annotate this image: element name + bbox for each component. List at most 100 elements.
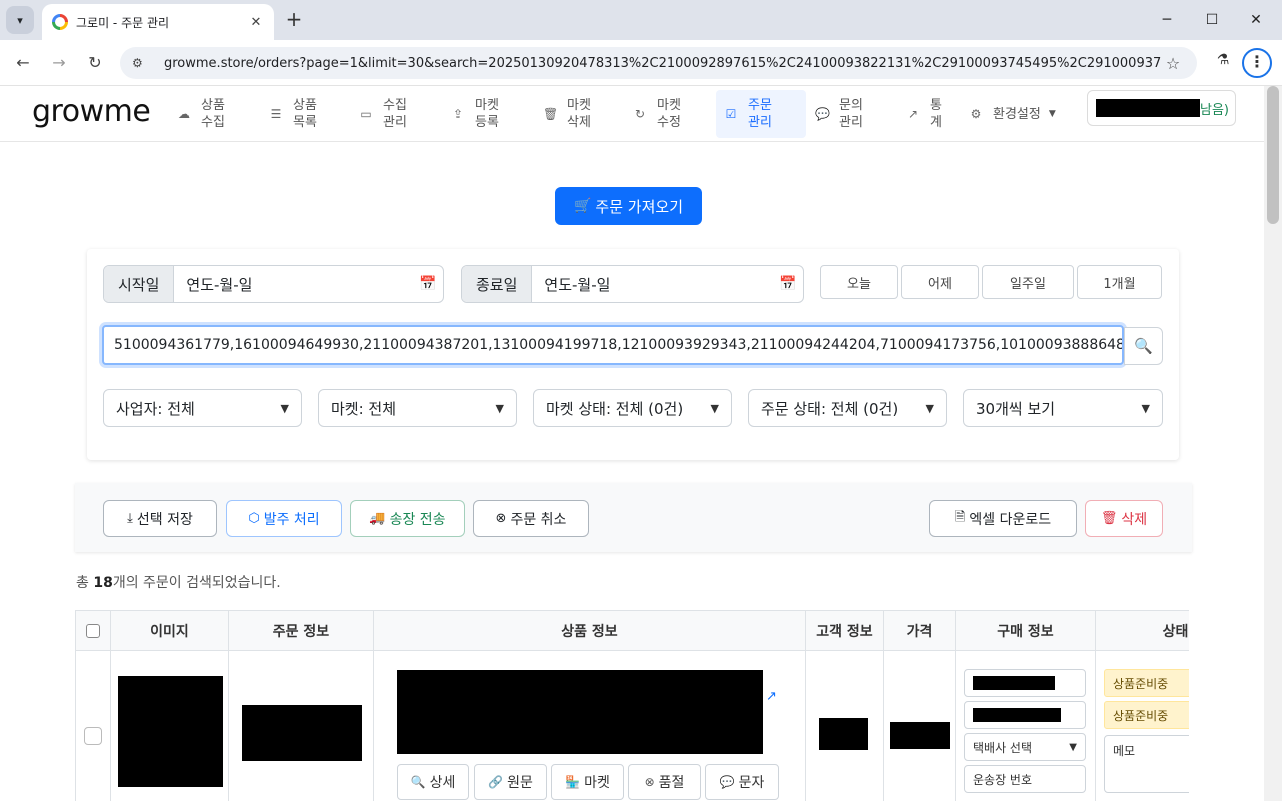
scrollbar-thumb[interactable] xyxy=(1267,86,1279,224)
tracking-number-input[interactable]: 운송장 번호 xyxy=(964,765,1086,793)
header-price: 가격 xyxy=(884,611,956,651)
import-orders-button[interactable]: 🛒 주문 가져오기 xyxy=(555,187,702,225)
nav-statistics[interactable]: ↗ 통계 xyxy=(906,90,946,138)
back-icon[interactable]: ← xyxy=(10,50,36,76)
redacted-customer-info xyxy=(819,718,868,750)
excel-download-button[interactable]: 🗎 엑셀 다운로드 xyxy=(929,500,1077,537)
end-date-input[interactable]: 연도-월-일 xyxy=(532,266,773,302)
bookmark-star-icon[interactable]: ☆ xyxy=(1161,54,1185,73)
close-window-button[interactable]: ✕ xyxy=(1241,8,1271,32)
quick-yesterday-button[interactable]: 어제 xyxy=(901,265,979,299)
cancel-order-button[interactable]: ⊗ 주문 취소 xyxy=(473,500,589,537)
order-search-input[interactable]: 5100094361779,16100094649930,21100094387… xyxy=(102,325,1124,365)
nav-order-manage[interactable]: ☑ 주문관리 xyxy=(716,90,806,138)
status-badge: 상품준비중 xyxy=(1104,669,1189,697)
nav-market-delete[interactable]: 🗑 마켓삭제 xyxy=(543,90,597,138)
select-all-header xyxy=(76,611,111,651)
order-status-select[interactable]: 주문 상태: 전체 (0건) ▼ xyxy=(748,389,947,427)
nav-market-register[interactable]: ⇪ 마켓등록 xyxy=(451,90,505,138)
url-text[interactable]: growme.store/orders?page=1&limit=30&sear… xyxy=(164,56,1161,71)
quick-today-button[interactable]: 오늘 xyxy=(820,265,898,299)
maximize-button[interactable]: ☐ xyxy=(1197,8,1227,32)
end-date-group: 종료일 연도-월-일 📅 xyxy=(461,265,804,303)
download-box-icon: ⤓ xyxy=(127,511,133,526)
page-scrollbar[interactable] xyxy=(1264,86,1282,801)
caret-down-icon: ▼ xyxy=(1048,109,1056,119)
delete-button[interactable]: 🗑 삭제 xyxy=(1085,500,1163,537)
purchase-number-field[interactable] xyxy=(964,701,1086,729)
address-bar[interactable]: ⚙ growme.store/orders?page=1&limit=30&se… xyxy=(120,47,1197,79)
chat-icon: 💬 xyxy=(815,107,830,121)
calendar-icon[interactable]: 📅 xyxy=(413,266,443,302)
chat-icon: 💬 xyxy=(719,775,735,789)
new-tab-button[interactable]: + xyxy=(282,8,306,32)
calendar-icon[interactable]: 📅 xyxy=(773,266,803,302)
nav-market-edit[interactable]: ↻ 마켓수정 xyxy=(633,90,687,138)
product-sms-button[interactable]: 💬 문자 xyxy=(705,764,779,800)
user-account-box[interactable]: 남음) xyxy=(1087,90,1236,126)
market-status-select[interactable]: 마켓 상태: 전체 (0건) ▼ xyxy=(533,389,732,427)
growme-logo[interactable]: growme xyxy=(32,94,151,129)
table-row-select-cell xyxy=(76,651,111,801)
site-info-icon[interactable]: ⚙ xyxy=(132,56,152,70)
market-select[interactable]: 마켓: 전체 ▼ xyxy=(318,389,517,427)
nav-collect-manage[interactable]: ▭ 수집관리 xyxy=(359,90,413,138)
excel-file-icon: 🗎 xyxy=(954,509,966,525)
product-market-button[interactable]: 🏪 마켓 xyxy=(551,764,624,800)
address-toolbar: ← → ↻ ⚙ growme.store/orders?page=1&limit… xyxy=(0,40,1282,86)
close-tab-icon[interactable]: ✕ xyxy=(248,15,264,30)
header-purchase-info: 구매 정보 xyxy=(956,611,1096,651)
product-soldout-button[interactable]: ⊗ 품절 xyxy=(628,764,701,800)
forward-icon[interactable]: → xyxy=(46,50,72,76)
tab-search-button[interactable]: ▾ xyxy=(6,6,34,34)
orders-table: 이미지 주문 정보 상품 정보 고객 정보 가격 구매 정보 상태 ↗ 🔍 상세 … xyxy=(75,610,1189,801)
business-select[interactable]: 사업자: 전체 ▼ xyxy=(103,389,302,427)
product-detail-button[interactable]: 🔍 상세 xyxy=(397,764,469,800)
memo-textarea[interactable]: 메모 xyxy=(1104,735,1189,793)
tab-title: 그로미 - 주문 관리 xyxy=(76,15,170,30)
nav-product-list[interactable]: ☰ 상품목록 xyxy=(269,90,323,138)
chevron-down-icon: ▼ xyxy=(495,401,504,415)
list-icon: ☰ xyxy=(270,107,282,121)
search-button[interactable]: 🔍 xyxy=(1124,327,1163,365)
quick-week-button[interactable]: 일주일 xyxy=(982,265,1074,299)
reload-icon[interactable]: ↻ xyxy=(82,50,108,76)
order-info-cell xyxy=(229,651,374,801)
purchase-id-field[interactable] xyxy=(964,669,1086,697)
product-info-cell: ↗ 🔍 상세 🔗 원문 🏪 마켓 ⊗ 품절 💬 문자 xyxy=(374,651,806,801)
redacted-price xyxy=(890,722,950,749)
status-cell: 상품준비중 상품준비중 메모 xyxy=(1096,651,1189,801)
nav-inquiry-manage[interactable]: 💬 문의관리 xyxy=(815,90,869,138)
nav-settings[interactable]: ⚙ 환경설정 ▼ xyxy=(969,90,1056,138)
row-checkbox[interactable] xyxy=(84,727,102,745)
browser-tab[interactable]: 그로미 - 주문 관리 ✕ xyxy=(42,4,274,40)
labs-flask-icon[interactable]: ⚗ xyxy=(1212,52,1234,74)
price-cell xyxy=(884,651,956,801)
refresh-icon: ↻ xyxy=(634,107,646,121)
cart-icon: 🛒 xyxy=(573,198,592,214)
external-link-icon[interactable]: ↗ xyxy=(766,689,777,704)
x-circle-icon: ⊗ xyxy=(644,775,655,789)
box-icon: ⬡ xyxy=(248,511,260,526)
app-navbar: growme ☁ 상품수집 ☰ 상품목록 ▭ 수집관리 ⇪ 마켓등록 🗑 마켓삭… xyxy=(0,86,1264,142)
box-icon: ▭ xyxy=(360,107,372,121)
quick-month-button[interactable]: 1개월 xyxy=(1077,265,1162,299)
page-size-select[interactable]: 30개씩 보기 ▼ xyxy=(963,389,1163,427)
nav-product-collect[interactable]: ☁ 상품수집 xyxy=(177,90,231,138)
chart-icon: ↗ xyxy=(907,107,919,121)
start-date-input[interactable]: 연도-월-일 xyxy=(174,266,413,302)
status-select[interactable]: 상품준비중 xyxy=(1104,701,1189,729)
save-selected-button[interactable]: ⤓ 선택 저장 xyxy=(103,500,217,537)
minimize-button[interactable]: ─ xyxy=(1152,8,1182,32)
product-source-button[interactable]: 🔗 원문 xyxy=(474,764,547,800)
header-customer-info: 고객 정보 xyxy=(806,611,884,651)
header-product-info: 상품 정보 xyxy=(374,611,806,651)
select-all-checkbox[interactable] xyxy=(86,623,100,638)
image-cell xyxy=(111,651,229,801)
redacted-product-image[interactable] xyxy=(118,676,223,787)
send-invoice-button[interactable]: 🚚 송장 전송 xyxy=(350,500,465,537)
courier-select[interactable]: 택배사 선택 ▼ xyxy=(964,733,1086,761)
result-count-text: 총 18개의 주문이 검색되었습니다. xyxy=(76,575,281,591)
browser-menu-icon[interactable]: ⋮ xyxy=(1242,48,1272,78)
process-order-button[interactable]: ⬡ 발주 처리 xyxy=(226,500,342,537)
